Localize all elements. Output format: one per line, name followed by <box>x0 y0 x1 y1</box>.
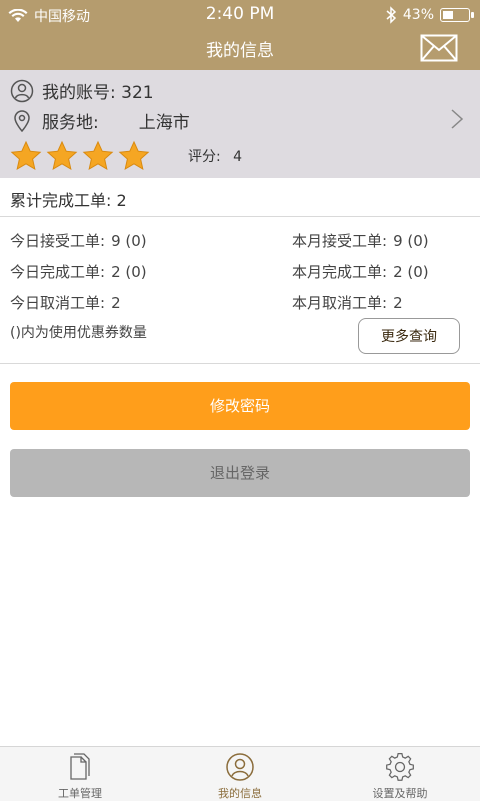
profile-card[interactable]: 我的账号: 321 服务地: 上海市 评分: 4 <box>0 70 480 178</box>
status-bar: 中国移动 2:40 PM 43% <box>0 0 480 32</box>
page-title: 我的信息 <box>206 41 274 61</box>
today-accept-label: 今日接受工单: <box>10 232 106 250</box>
mail-icon[interactable] <box>420 34 458 62</box>
coupon-note: ()内为使用优惠券数量 <box>10 325 147 341</box>
account-text: 我的账号: 321 <box>42 83 154 103</box>
tab-label: 设置及帮助 <box>372 787 428 800</box>
month-done: 本月完成工单: 2 (0) <box>292 261 429 282</box>
account-row: 我的账号: 321 <box>10 78 154 103</box>
month-cancel-label: 本月取消工单: <box>292 294 388 312</box>
user-icon <box>226 753 254 781</box>
month-cancel-value: 2 <box>393 294 403 312</box>
month-accept-label: 本月接受工单: <box>292 232 388 250</box>
rating-value: 4 <box>233 149 243 165</box>
rating-stars <box>10 140 150 172</box>
star-icon <box>46 140 78 171</box>
divider <box>0 216 480 217</box>
document-icon <box>70 753 90 780</box>
month-done-value: 2 (0) <box>393 263 429 281</box>
tab-label: 我的信息 <box>218 787 262 800</box>
location-pin-icon <box>14 109 30 132</box>
today-cancel-value: 2 <box>111 294 121 312</box>
today-accept-value: 9 (0) <box>111 232 147 250</box>
today-cancel: 今日取消工单: 2 <box>10 292 121 313</box>
month-accept-value: 9 (0) <box>393 232 429 250</box>
more-query-button[interactable]: 更多查询 <box>358 318 460 354</box>
today-done-label: 今日完成工单: <box>10 263 106 281</box>
logout-button[interactable]: 退出登录 <box>10 449 470 497</box>
month-cancel: 本月取消工单: 2 <box>292 292 403 313</box>
battery-percent: 43% <box>402 7 434 23</box>
status-right: 43% <box>385 6 474 24</box>
battery-fill <box>443 11 453 19</box>
star-icon <box>118 140 150 171</box>
divider <box>0 363 480 364</box>
change-password-button[interactable]: 修改密码 <box>10 382 470 430</box>
user-icon <box>10 79 34 102</box>
service-city: 上海市 <box>138 113 190 133</box>
rating-label: 评分: <box>188 149 221 165</box>
battery-icon <box>440 8 474 22</box>
star-icon <box>82 140 114 171</box>
today-done: 今日完成工单: 2 (0) <box>10 261 147 282</box>
today-done-value: 2 (0) <box>111 263 147 281</box>
service-label: 服务地: <box>42 113 99 133</box>
star-icon <box>10 140 42 171</box>
service-row: 服务地: 上海市 <box>10 108 190 133</box>
bluetooth-icon <box>386 6 396 24</box>
rating-text: 评分: 4 <box>188 146 242 166</box>
month-done-label: 本月完成工单: <box>292 263 388 281</box>
tab-label: 工单管理 <box>58 787 102 800</box>
chevron-right-icon[interactable] <box>450 108 464 130</box>
month-accept: 本月接受工单: 9 (0) <box>292 230 429 251</box>
nav-bar: 我的信息 <box>0 32 480 70</box>
total-orders: 累计完成工单: 2 <box>10 191 127 210</box>
today-cancel-label: 今日取消工单: <box>10 294 106 312</box>
tab-settings-help[interactable]: 设置及帮助 <box>320 747 480 801</box>
gear-icon <box>386 753 414 781</box>
today-accept: 今日接受工单: 9 (0) <box>10 230 147 251</box>
tab-orders[interactable]: 工单管理 <box>0 747 160 801</box>
tab-bar: 工单管理 我的信息 设置及帮助 <box>0 746 480 801</box>
tab-my-info[interactable]: 我的信息 <box>160 747 320 801</box>
